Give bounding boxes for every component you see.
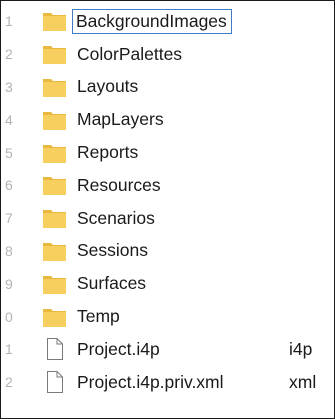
- folder-icon: [42, 305, 67, 329]
- line-number: 6: [5, 177, 13, 194]
- line-number: 1: [5, 13, 13, 30]
- folder-icon: [42, 239, 67, 263]
- folder-icon: [42, 173, 67, 197]
- folder-icon: [42, 272, 67, 296]
- item-name: Project.i4p.priv.xml: [77, 371, 224, 392]
- line-number: 4: [5, 111, 13, 128]
- item-name: Surfaces: [77, 273, 147, 294]
- line-number: 3: [5, 78, 13, 95]
- folder-icon: [42, 206, 67, 230]
- item-name: Reports: [77, 142, 139, 163]
- item-name: ColorPalettes: [77, 43, 183, 64]
- folder-icon: [42, 9, 67, 33]
- file-icon: [42, 337, 67, 361]
- list-item-layouts[interactable]: 3 Layouts: [1, 71, 334, 104]
- item-name: Resources: [77, 174, 161, 195]
- list-item-temp[interactable]: 0 Temp: [1, 300, 334, 333]
- line-number: 2: [5, 46, 13, 63]
- item-name: MapLayers: [77, 109, 164, 130]
- line-number: 2: [5, 374, 13, 391]
- list-item-reports[interactable]: 5 Reports: [1, 136, 334, 169]
- folder-icon: [42, 108, 67, 132]
- line-number: 8: [5, 242, 13, 259]
- list-item-project-i4p[interactable]: 1 Project.i4p i4p: [1, 333, 334, 366]
- file-icon: [42, 370, 67, 394]
- list-item-resources[interactable]: 6 Resources: [1, 169, 334, 202]
- folder-icon: [42, 141, 67, 165]
- line-number: 9: [5, 275, 13, 292]
- list-item-surfaces[interactable]: 9 Surfaces: [1, 267, 334, 300]
- list-item-maplayers[interactable]: 4 MapLayers: [1, 103, 334, 136]
- list-item-sessions[interactable]: 8 Sessions: [1, 235, 334, 268]
- line-number: 5: [5, 144, 13, 161]
- line-number: 1: [5, 341, 13, 358]
- line-number: 0: [5, 308, 13, 325]
- item-name: Project.i4p: [77, 338, 160, 359]
- list-item-backgroundimages[interactable]: 1 BackgroundImages: [1, 5, 334, 38]
- item-name: Sessions: [77, 240, 149, 261]
- file-list-panel: 1 BackgroundImages 2 ColorPalettes 3 Lay…: [0, 0, 335, 419]
- folder-icon: [42, 42, 67, 66]
- line-number: 7: [5, 210, 13, 227]
- item-type: i4p: [289, 338, 313, 359]
- file-list: 1 BackgroundImages 2 ColorPalettes 3 Lay…: [1, 5, 334, 399]
- item-type: xml: [289, 371, 317, 392]
- item-name: Layouts: [77, 76, 139, 97]
- list-item-scenarios[interactable]: 7 Scenarios: [1, 202, 334, 235]
- list-item-project-i4p-priv-xml[interactable]: 2 Project.i4p.priv.xml xml: [1, 366, 334, 399]
- item-name: Scenarios: [77, 207, 155, 228]
- item-name: Temp: [77, 306, 120, 327]
- item-name: BackgroundImages: [72, 8, 232, 34]
- list-item-colorpalettes[interactable]: 2 ColorPalettes: [1, 38, 334, 71]
- folder-icon: [42, 75, 67, 99]
